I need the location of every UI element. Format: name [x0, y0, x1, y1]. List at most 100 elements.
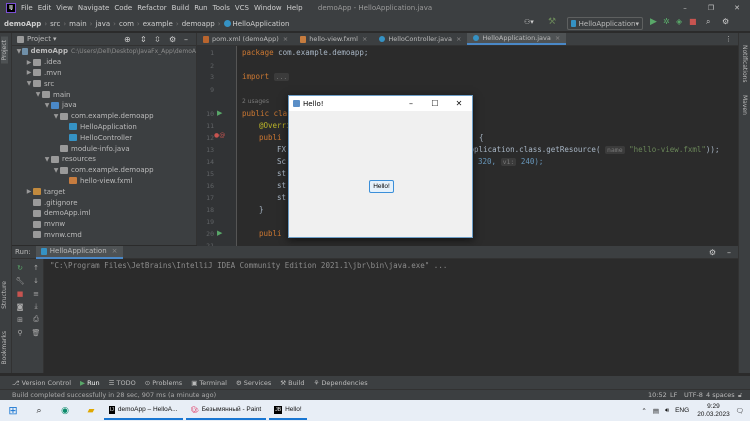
hello-button[interactable]: Hello!	[369, 180, 394, 193]
tree-item[interactable]: ▼ java	[12, 100, 196, 111]
scroll-down-icon[interactable]: ↓	[31, 276, 41, 285]
indent-setting[interactable]: 4 spaces	[706, 391, 735, 399]
tree-item[interactable]: hello-view.fxml	[12, 176, 196, 187]
structure-tool-tab[interactable]: Structure	[1, 281, 8, 309]
close-icon[interactable]: ✕	[724, 0, 750, 16]
dependencies-tab[interactable]: ⚘ Dependencies	[313, 379, 367, 387]
scroll-up-icon[interactable]: ↑	[31, 263, 41, 272]
print-icon[interactable]: ⎙	[31, 315, 41, 324]
tree-expand-icon[interactable]: ▼	[43, 156, 51, 163]
tab-hello-controller[interactable]: HelloController.java ×	[373, 33, 467, 45]
pin-icon[interactable]: ⚲	[15, 328, 25, 337]
menu-file[interactable]: File	[21, 4, 33, 12]
run-icon[interactable]: ▶	[650, 17, 657, 27]
tree-expand-icon[interactable]: ▼	[43, 102, 51, 109]
debug-icon[interactable]: ✲	[663, 17, 670, 26]
edge-icon[interactable]: ◉	[56, 403, 74, 419]
tray-notification-icon[interactable]: 🗨︎	[736, 407, 744, 415]
tree-item[interactable]: ▼ src	[12, 78, 196, 89]
minimize-icon[interactable]: –	[672, 0, 698, 16]
run-console[interactable]: "C:\Program Files\JetBrains\IntelliJ IDE…	[44, 259, 738, 373]
soft-wrap-icon[interactable]: ≡	[31, 289, 41, 298]
layout-icon[interactable]: ⊞	[15, 315, 25, 324]
breadcrumb-java[interactable]: java	[95, 20, 110, 28]
usages-hint[interactable]: 2 usages	[242, 98, 269, 105]
tray-chevron-icon[interactable]: ⌃	[641, 407, 646, 415]
breadcrumb-demoapp[interactable]: demoapp	[182, 20, 215, 28]
tree-item[interactable]: .gitignore	[12, 197, 196, 208]
version-control-tab[interactable]: ⎇ Version Control	[12, 379, 71, 387]
file-encoding[interactable]: UTF-8	[684, 391, 703, 399]
build-tab[interactable]: ⚒ Build	[280, 379, 304, 387]
menu-help[interactable]: Help	[287, 4, 303, 12]
menu-refactor[interactable]: Refactor	[137, 4, 166, 12]
collapse-all-icon[interactable]: ⇕	[140, 35, 147, 44]
run-tab[interactable]: ▶ Run	[80, 379, 100, 387]
tree-item[interactable]: mvnw	[12, 219, 196, 230]
camera-icon[interactable]: ◙	[15, 302, 25, 311]
hide-panel-icon[interactable]: –	[184, 35, 188, 44]
maven-tool-tab[interactable]: Maven	[741, 95, 748, 115]
breadcrumb-com[interactable]: com	[119, 20, 134, 28]
tree-item[interactable]: ▶ .mvn	[12, 68, 196, 79]
menu-view[interactable]: View	[56, 4, 73, 12]
project-tool-tab[interactable]: Project	[1, 37, 8, 64]
menu-run[interactable]: Run	[194, 4, 207, 12]
problems-tab[interactable]: ⊙ Problems	[145, 379, 182, 387]
run-settings-icon[interactable]: ⚙	[709, 248, 716, 257]
scroll-end-icon[interactable]: ⤓	[31, 302, 41, 311]
run-tab-helloapplication[interactable]: HelloApplication ×	[35, 245, 123, 259]
tab-hello-application[interactable]: HelloApplication.java ×	[467, 33, 567, 45]
file-explorer-icon[interactable]: ▰	[82, 403, 100, 419]
lock-icon[interactable]: 🔓︎	[738, 391, 742, 400]
taskbar-app-hello[interactable]: JB Hello!	[269, 402, 307, 420]
menu-navigate[interactable]: Navigate	[78, 4, 109, 12]
terminal-tab[interactable]: ▣ Terminal	[191, 379, 227, 387]
tree-item[interactable]: ▼ resources	[12, 154, 196, 165]
breadcrumb-example[interactable]: example	[143, 20, 173, 28]
caret-position[interactable]: 10:52	[648, 391, 667, 399]
breadcrumb-helloapplication[interactable]: HelloApplication	[233, 20, 290, 28]
stop-run-icon[interactable]: ■	[15, 289, 25, 298]
menu-vcs[interactable]: VCS	[235, 4, 249, 12]
menu-window[interactable]: Window	[254, 4, 282, 12]
tab-pom-xml[interactable]: pom.xml (demoApp) ×	[197, 33, 294, 45]
tree-expand-icon[interactable]: ▼	[25, 80, 33, 87]
tree-expand-icon[interactable]: ▼	[34, 91, 42, 98]
tree-item[interactable]: module-info.java	[12, 143, 196, 154]
run-hide-icon[interactable]: –	[727, 248, 731, 257]
bookmarks-tool-tab[interactable]: Bookmarks	[1, 331, 8, 365]
taskbar-app-intellij[interactable]: IJ demoApp – HelloA...	[104, 402, 183, 420]
menu-build[interactable]: Build	[172, 4, 190, 12]
options-icon[interactable]: ⚙	[169, 35, 176, 44]
tab-hello-view-fxml[interactable]: hello-view.fxml ×	[294, 33, 373, 45]
hello-minimize-icon[interactable]: –	[399, 96, 423, 111]
tray-network-icon[interactable]: ▤	[653, 407, 659, 415]
tree-item[interactable]: ▼ demoApp C:\Users\Dell\Desktop\JavaFx_App…	[12, 46, 196, 57]
tree-item[interactable]: ▼ main	[12, 89, 196, 100]
breadcrumb-main[interactable]: main	[69, 20, 87, 28]
run-configuration-select[interactable]: HelloApplication ▾	[567, 17, 643, 30]
tray-language[interactable]: ENG	[675, 407, 689, 414]
expand-all-icon[interactable]: ⇳	[154, 35, 161, 44]
breadcrumb-project[interactable]: demoApp	[4, 20, 41, 28]
tray-clock[interactable]: 9:29 20.03.2023	[697, 403, 730, 419]
user-icon[interactable]: ⚇▾	[524, 18, 534, 26]
hello-close-icon[interactable]: ✕	[447, 96, 471, 111]
wrench-icon[interactable]: 🔧︎	[15, 276, 25, 285]
status-message[interactable]: Build completed successfully in 28 sec, …	[12, 391, 216, 399]
tree-expand-icon[interactable]: ▶	[25, 188, 33, 195]
line-separator[interactable]: LF	[670, 391, 677, 399]
override-gutter-icon[interactable]: ●@	[214, 132, 225, 139]
breadcrumb-src[interactable]: src	[50, 20, 60, 28]
menu-edit[interactable]: Edit	[38, 4, 52, 12]
tree-expand-icon[interactable]: ▶	[25, 69, 33, 76]
menu-code[interactable]: Code	[114, 4, 132, 12]
settings-icon[interactable]: ⚙	[722, 17, 729, 26]
tree-expand-icon[interactable]: ▶	[25, 59, 33, 66]
locate-icon[interactable]: ⊕	[124, 35, 131, 44]
stop-icon[interactable]: ■	[689, 17, 697, 26]
rerun-icon[interactable]: ↻	[15, 263, 25, 272]
run-gutter-icon[interactable]: ▶	[217, 109, 222, 117]
project-panel-title[interactable]: Project	[27, 35, 51, 43]
